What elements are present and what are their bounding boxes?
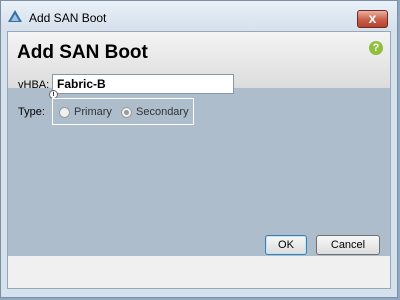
button-bar xyxy=(8,256,390,288)
radio-primary[interactable] xyxy=(59,107,70,118)
title-bar[interactable]: Add SAN Boot x xyxy=(1,1,397,31)
radio-primary-label[interactable]: Primary xyxy=(74,106,112,118)
page-title: Add SAN Boot xyxy=(17,42,148,63)
help-icon[interactable]: ? xyxy=(369,41,383,55)
radio-secondary[interactable] xyxy=(121,107,132,118)
vhba-label: vHBA: xyxy=(18,79,50,91)
close-button[interactable]: x xyxy=(357,10,388,28)
radio-secondary-label[interactable]: Secondary xyxy=(136,106,189,118)
window-title: Add SAN Boot xyxy=(29,11,107,25)
type-label: Type: xyxy=(18,106,45,118)
type-radio-group: Primary Secondary xyxy=(52,98,194,125)
ok-button[interactable]: OK xyxy=(265,235,307,255)
cancel-button[interactable]: Cancel xyxy=(316,235,380,255)
dialog-window: Add SAN Boot x Add SAN Boot ? vHBA: i Ty… xyxy=(0,0,398,298)
vhba-input[interactable] xyxy=(52,74,234,94)
app-logo-icon xyxy=(8,10,22,22)
